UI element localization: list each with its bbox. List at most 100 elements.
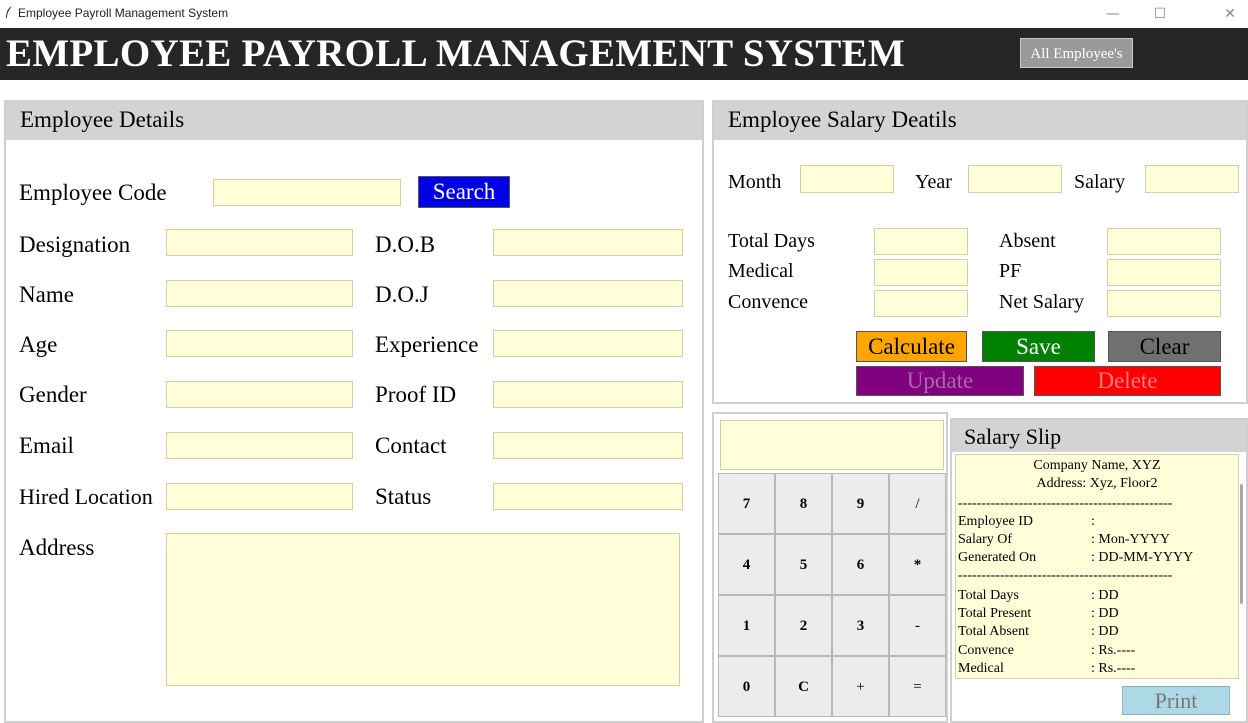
- absent-input[interactable]: [1107, 228, 1221, 255]
- slip-scrollbar-thumb[interactable]: [1240, 484, 1243, 604]
- save-button[interactable]: Save: [982, 331, 1095, 362]
- calc-key-9[interactable]: 9: [832, 473, 889, 534]
- slip-divider: ----------------------------------------…: [958, 568, 1173, 583]
- dob-input[interactable]: [493, 229, 683, 256]
- slip-address: Address: Xyz, Floor2: [1036, 476, 1158, 491]
- calc-key-0[interactable]: 0: [718, 656, 775, 717]
- salary-details-panel: Employee Salary Deatils Month Year Salar…: [712, 100, 1248, 404]
- designation-input[interactable]: [166, 229, 353, 256]
- calc-key-7[interactable]: 7: [718, 473, 775, 534]
- convence-input[interactable]: [874, 290, 968, 317]
- window-title: Employee Payroll Management System: [18, 6, 229, 20]
- status-input[interactable]: [493, 483, 683, 510]
- slip-row-value: : Rs.----: [1091, 661, 1136, 676]
- absent-label: Absent: [999, 230, 1056, 252]
- slip-row-key: Medical: [958, 661, 1004, 676]
- designation-label: Designation: [19, 232, 131, 257]
- close-icon[interactable]: ✕: [1215, 3, 1245, 25]
- calc-key-multiply[interactable]: *: [889, 534, 946, 595]
- calculator-keypad: 7 8 9 / 4 5 6 * 1 2 3 - 0 C + =: [718, 473, 950, 723]
- age-input[interactable]: [166, 330, 353, 357]
- medical-label: Medical: [728, 260, 794, 282]
- contact-input[interactable]: [493, 432, 683, 459]
- calc-key-1[interactable]: 1: [718, 595, 775, 656]
- search-button[interactable]: Search: [418, 176, 510, 208]
- address-textarea[interactable]: [166, 533, 680, 686]
- calculate-button[interactable]: Calculate: [856, 331, 967, 362]
- experience-input[interactable]: [493, 330, 683, 357]
- calc-key-3[interactable]: 3: [832, 595, 889, 656]
- hired-location-input[interactable]: [166, 483, 353, 510]
- salary-slip-text: Company Name, XYZ Address: Xyz, Floor2 -…: [955, 454, 1239, 679]
- slip-row-value: : DD-MM-YYYY: [1091, 550, 1194, 565]
- salary-slip-panel: Salary Slip Company Name, XYZ Address: X…: [950, 418, 1248, 723]
- proof-id-input[interactable]: [493, 381, 683, 408]
- pf-label: PF: [999, 260, 1022, 282]
- slip-row-key: Total Present: [958, 606, 1032, 621]
- calc-key-divide[interactable]: /: [889, 473, 946, 534]
- delete-button[interactable]: Delete: [1034, 366, 1221, 396]
- month-input[interactable]: [800, 165, 894, 193]
- medical-input[interactable]: [874, 259, 968, 286]
- total-days-label: Total Days: [728, 230, 815, 252]
- proof-id-label: Proof ID: [375, 382, 457, 407]
- gender-label: Gender: [19, 382, 87, 407]
- clear-button[interactable]: Clear: [1108, 331, 1221, 362]
- month-label: Month: [728, 171, 782, 193]
- update-button[interactable]: Update: [856, 366, 1024, 396]
- calc-key-6[interactable]: 6: [832, 534, 889, 595]
- employee-details-panel: Employee Details Employee Code Search De…: [4, 100, 704, 723]
- calc-key-minus[interactable]: -: [889, 595, 946, 656]
- calc-key-4[interactable]: 4: [718, 534, 775, 595]
- slip-row-key: Generated On: [958, 550, 1037, 565]
- calculator-panel: 7 8 9 / 4 5 6 * 1 2 3 - 0 C + =: [712, 412, 948, 723]
- name-label: Name: [19, 282, 74, 307]
- salary-details-title: Employee Salary Deatils: [714, 102, 1246, 140]
- employee-code-input[interactable]: [213, 179, 401, 206]
- calc-key-8[interactable]: 8: [775, 473, 832, 534]
- salary-label: Salary: [1074, 171, 1126, 193]
- all-employees-button[interactable]: All Employee's: [1020, 38, 1133, 68]
- slip-scrollbar[interactable]: [1239, 454, 1246, 679]
- convence-label: Convence: [728, 291, 808, 313]
- net-salary-input[interactable]: [1107, 290, 1221, 317]
- calc-key-plus[interactable]: +: [832, 656, 889, 717]
- contact-label: Contact: [375, 433, 447, 458]
- slip-row-value: : Mon-YYYY: [1091, 532, 1170, 547]
- employee-details-title: Employee Details: [6, 102, 702, 140]
- year-input[interactable]: [968, 165, 1062, 193]
- window-titlebar: Employee Payroll Management System — ☐ ✕: [0, 0, 1248, 28]
- slip-row-key: Employee ID: [958, 514, 1034, 529]
- age-label: Age: [19, 332, 58, 357]
- hired-location-label: Hired Location: [19, 484, 153, 509]
- doj-label: D.O.J: [375, 282, 429, 307]
- pf-input[interactable]: [1107, 259, 1221, 286]
- email-input[interactable]: [166, 432, 353, 459]
- year-label: Year: [915, 171, 952, 193]
- status-label: Status: [375, 484, 432, 509]
- maximize-icon[interactable]: ☐: [1145, 3, 1175, 25]
- calc-key-2[interactable]: 2: [775, 595, 832, 656]
- slip-row-key: Salary Of: [958, 532, 1013, 547]
- salary-input[interactable]: [1145, 165, 1239, 193]
- app-header: EMPLOYEE PAYROLL MANAGEMENT SYSTEM All E…: [0, 28, 1248, 80]
- salary-slip-title: Salary Slip: [952, 420, 1246, 452]
- total-days-input[interactable]: [874, 228, 968, 255]
- slip-row-key: Convence: [958, 643, 1014, 658]
- slip-row-key: Total Days: [958, 588, 1019, 603]
- calc-key-clear[interactable]: C: [775, 656, 832, 717]
- slip-divider: ----------------------------------------…: [958, 496, 1173, 511]
- slip-company: Company Name, XYZ: [1033, 458, 1161, 473]
- gender-input[interactable]: [166, 381, 353, 408]
- calc-key-5[interactable]: 5: [775, 534, 832, 595]
- address-label: Address: [19, 535, 95, 560]
- print-button[interactable]: Print: [1122, 686, 1230, 715]
- doj-input[interactable]: [493, 280, 683, 307]
- experience-label: Experience: [375, 332, 479, 357]
- name-input[interactable]: [166, 280, 353, 307]
- minimize-icon[interactable]: —: [1098, 3, 1128, 25]
- calc-key-equals[interactable]: =: [889, 656, 946, 717]
- email-label: Email: [19, 433, 74, 458]
- dob-label: D.O.B: [375, 232, 436, 257]
- calculator-display[interactable]: [720, 420, 944, 470]
